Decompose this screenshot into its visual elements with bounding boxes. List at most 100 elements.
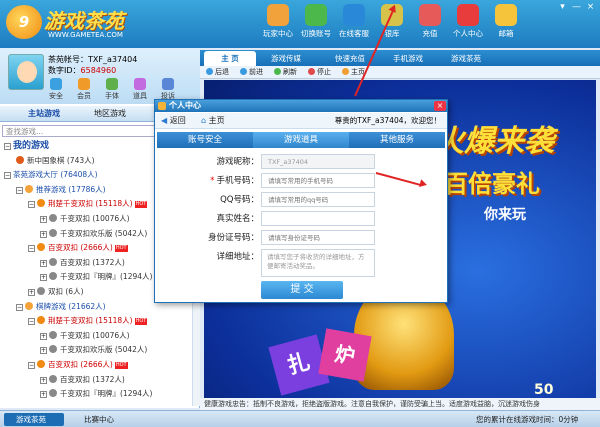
tree-item[interactable]: + 千变双扣欢乐版 (5042人) bbox=[40, 344, 147, 355]
nav-tab-4[interactable]: 游戏茶苑 bbox=[440, 51, 492, 66]
home-icon: ⌂ bbox=[201, 116, 209, 125]
tree-item[interactable]: + 百变双扣 (1372人) bbox=[40, 257, 125, 268]
toolbar-button-0[interactable]: 后退 bbox=[206, 66, 229, 79]
tree-item[interactable]: + 千变双扣欢乐版 (5042人) bbox=[40, 228, 147, 239]
nav-tab-1[interactable]: 游戏传媒 bbox=[260, 51, 312, 66]
submit-button[interactable]: 提 交 bbox=[261, 281, 343, 299]
game-icon bbox=[37, 360, 45, 368]
tree-item[interactable]: + 千变双扣『明牌』(1294人) bbox=[40, 271, 152, 282]
top-button-label: 邮箱 bbox=[498, 29, 514, 38]
tree-item[interactable]: − 茶苑游戏大厅 (76408人) bbox=[4, 169, 98, 180]
nav-tab-3[interactable]: 手机游戏 bbox=[382, 51, 434, 66]
close-window-button[interactable]: × bbox=[584, 2, 597, 12]
tree-item[interactable]: − 棋牌游戏 (21662人) bbox=[16, 301, 106, 312]
room-icon bbox=[49, 374, 57, 383]
form-field-4[interactable] bbox=[261, 230, 375, 245]
logo-url: WWW.GAMETEA.COM bbox=[48, 31, 123, 39]
tab-region-games[interactable]: 地区游戏 bbox=[78, 106, 126, 122]
toolbar-label: 刷新 bbox=[283, 68, 297, 76]
tree-item[interactable]: + 百变双扣 (1372人) bbox=[40, 374, 125, 385]
tree-item[interactable]: + 双扣 (6人) bbox=[28, 286, 84, 297]
top-button-label: 个人中心 bbox=[453, 29, 483, 38]
tree-item[interactable]: + 千变双扣 (10076人) bbox=[40, 213, 130, 224]
nav-tab-0[interactable]: 主 页 bbox=[204, 51, 256, 66]
feedback-icon bbox=[162, 78, 174, 90]
game-icon bbox=[37, 316, 45, 325]
dialog-close-button[interactable]: × bbox=[434, 101, 446, 111]
top-button-label: 在线客服 bbox=[339, 29, 369, 38]
form-field-1[interactable] bbox=[261, 173, 375, 188]
top-button-4[interactable]: 充值 bbox=[412, 4, 448, 44]
game-icon bbox=[16, 155, 24, 164]
toolbar-button-3[interactable]: 停止 bbox=[308, 66, 331, 79]
top-button-0[interactable]: 玩家中心 bbox=[260, 4, 296, 44]
tree-item[interactable]: − 我的游戏 bbox=[4, 140, 49, 151]
menu-dropdown-button[interactable]: ▾ bbox=[556, 2, 569, 12]
top-button-label: 充值 bbox=[422, 29, 438, 38]
expand-icon: + bbox=[40, 347, 47, 355]
toolbar-button-1[interactable]: 前进 bbox=[240, 66, 263, 79]
tree-item[interactable]: + 千变双扣『明牌』(1294人) bbox=[40, 388, 152, 399]
expand-icon: + bbox=[40, 259, 47, 267]
field-label-text: 身份证号码： bbox=[207, 233, 259, 243]
hot-badge: HOT bbox=[114, 245, 128, 253]
expand-icon: + bbox=[40, 332, 47, 340]
form-field-2[interactable] bbox=[261, 192, 375, 207]
tree-item[interactable]: − 荆楚千变双扣 (15118人) HOT bbox=[28, 315, 148, 326]
address-field[interactable]: 请填写您子将收货的详细地址，方便邮寄活动奖品。 bbox=[261, 249, 375, 277]
tree-item[interactable]: − 百变双扣 (2666人) HOT bbox=[28, 359, 128, 370]
tab-account-security[interactable]: 账号安全 bbox=[157, 132, 253, 148]
tree-item[interactable]: + 千变双扣 (10076人) bbox=[40, 330, 130, 341]
top-button-1[interactable]: 切换账号 bbox=[298, 4, 334, 44]
back-arrow-icon: ◀ bbox=[161, 116, 170, 125]
expand-icon: + bbox=[40, 391, 47, 399]
tree-item-label: 棋牌游戏 (21662人) bbox=[36, 301, 106, 311]
address-label: 详细地址： bbox=[216, 252, 259, 262]
tree-item-label: 茶苑游戏大厅 (76408人) bbox=[13, 170, 98, 180]
dialog-tabs: 账号安全 游戏道具 其他服务 bbox=[157, 132, 445, 148]
tree-item[interactable]: − 推荐游戏 (17786人) bbox=[16, 184, 106, 195]
minimize-button[interactable]: — bbox=[570, 2, 583, 12]
dialog-back-button[interactable]: ◀ 返回 bbox=[161, 113, 186, 129]
user-shortcut-label: 手体 bbox=[105, 92, 119, 100]
top-button-5[interactable]: 个人中心 bbox=[450, 4, 486, 44]
form-field-0[interactable] bbox=[261, 154, 375, 169]
user-shortcut-2[interactable]: 手体 bbox=[104, 78, 120, 101]
tab-other-services[interactable]: 其他服务 bbox=[349, 132, 445, 148]
account-label: 茶苑帐号： bbox=[48, 55, 88, 64]
form-field-3[interactable] bbox=[261, 211, 375, 226]
tree-item-label: 百变双扣 (2666人) bbox=[48, 360, 113, 369]
nav-tabs: 主 页游戏传媒 快速充值 手机游戏 游戏茶苑 bbox=[200, 50, 600, 66]
tab-main-games[interactable]: 主站游戏 bbox=[12, 106, 60, 122]
field-label: 真实姓名： bbox=[216, 211, 259, 227]
user-shortcut-1[interactable]: 会员 bbox=[76, 78, 92, 101]
room-icon bbox=[49, 330, 57, 339]
avatar[interactable] bbox=[8, 54, 44, 90]
status-match-center[interactable]: 比赛中心 bbox=[72, 413, 114, 426]
toolbar-button-2[interactable]: 刷新 bbox=[274, 66, 297, 79]
user-shortcut-3[interactable]: 道具 bbox=[132, 78, 148, 101]
game-icon bbox=[37, 243, 45, 252]
tree-item-label: 荆楚千变双扣 (15118人) bbox=[48, 316, 133, 326]
tree-item[interactable]: − 荆楚千变双扣 (15118人) HOT bbox=[28, 198, 148, 209]
banner-line1: 火爆来袭 bbox=[434, 124, 554, 159]
tree-item[interactable]: − 百变双扣 (2666人) HOT bbox=[28, 242, 128, 253]
hot-badge: HOT bbox=[114, 362, 128, 369]
tree-item[interactable]: 新中国象棋 (743人) bbox=[16, 155, 95, 166]
room-icon bbox=[49, 345, 57, 354]
tree-item-label: 百变双扣 (1372人) bbox=[60, 257, 125, 267]
number-id-label: 数字ID： bbox=[48, 66, 81, 75]
toolbar-icon bbox=[206, 68, 213, 75]
switch-account-icon bbox=[305, 4, 327, 26]
status-app-button[interactable]: 游戏茶苑 bbox=[4, 413, 64, 426]
tab-game-props[interactable]: 游戏道具 bbox=[253, 132, 349, 148]
top-button-6[interactable]: 邮箱 bbox=[488, 4, 524, 44]
user-shortcut-0[interactable]: 安全 bbox=[48, 78, 64, 101]
toolbar-label: 后退 bbox=[215, 68, 229, 76]
dialog-home-button[interactable]: ⌂ 主页 bbox=[201, 113, 225, 129]
top-button-2[interactable]: 在线客服 bbox=[336, 4, 372, 44]
account-value: TXF_a37404 bbox=[88, 55, 138, 64]
game-icon bbox=[37, 199, 45, 208]
user-shortcut-label: 安全 bbox=[49, 92, 63, 100]
online-time: 您的累计在线游戏时间：0分钟 bbox=[476, 415, 579, 424]
